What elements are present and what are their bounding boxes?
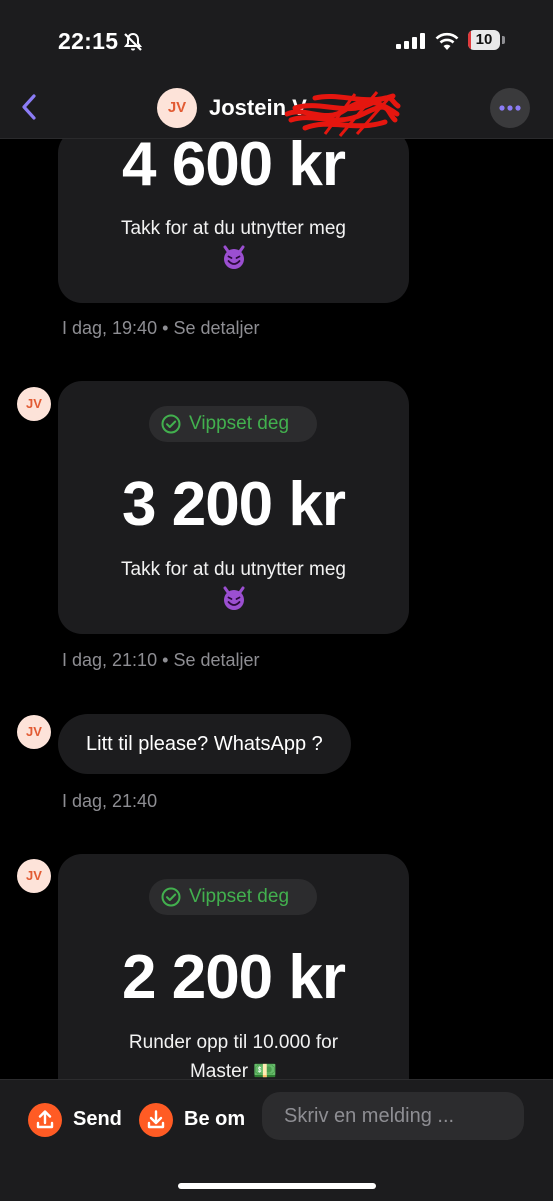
battery-icon: 10 xyxy=(468,30,500,50)
sender-avatar[interactable]: JV xyxy=(17,387,51,421)
battery-level: 10 xyxy=(475,31,493,48)
sender-avatar[interactable]: JV xyxy=(17,859,51,893)
text-message-bubble[interactable]: Litt til please? WhatsApp ? xyxy=(58,714,351,774)
payment-status-badge: Vippset deg xyxy=(149,406,317,442)
contact-avatar[interactable]: JV xyxy=(157,88,197,128)
send-label: Send xyxy=(73,1108,122,1130)
payment-note: Takk for at du utnytter meg xyxy=(121,559,346,580)
payment-status-badge: Vippset deg xyxy=(149,879,317,915)
request-download-icon xyxy=(139,1103,173,1137)
message-timestamp: I dag, 19:40 xyxy=(62,318,158,338)
check-circle-icon xyxy=(161,887,181,907)
wifi-icon xyxy=(435,32,459,50)
status-bar: 22:15 10 xyxy=(0,0,553,80)
smiling-devil-icon xyxy=(223,245,244,269)
home-indicator[interactable] xyxy=(178,1183,376,1189)
message-meta: I dag, 21:10 • Se detaljer xyxy=(62,650,260,671)
message-timestamp: I dag, 21:40 xyxy=(62,791,158,811)
payment-amount: 3 200 kr xyxy=(122,470,346,539)
see-details-link[interactable]: Se detaljer xyxy=(173,650,259,670)
payment-card[interactable]: Vippset deg 3 200 kr Takk for at du utny… xyxy=(58,381,409,634)
devil-emoji xyxy=(58,585,409,616)
meta-separator: • xyxy=(162,650,169,670)
status-time: 22:15 xyxy=(58,28,119,54)
chat-header: JV Jostein V xyxy=(0,80,553,139)
check-circle-icon xyxy=(161,414,181,434)
smiling-devil-icon xyxy=(223,586,244,610)
more-options-button[interactable] xyxy=(490,88,530,128)
message-meta: I dag, 19:40 • Se detaljer xyxy=(62,318,260,339)
bell-muted-icon xyxy=(123,32,143,51)
payment-amount: 4 600 kr xyxy=(122,139,346,199)
meta-separator: • xyxy=(162,318,169,338)
payment-status-text: Vippset deg xyxy=(189,886,290,907)
send-button[interactable]: Send xyxy=(28,1100,128,1140)
message-timestamp: I dag, 21:10 xyxy=(62,650,158,670)
ellipsis-icon xyxy=(499,105,521,111)
message-input[interactable] xyxy=(262,1092,524,1140)
chat-messages[interactable]: 4 600 kr Takk for at du utnytter meg I d… xyxy=(0,139,553,1079)
request-label: Be om xyxy=(184,1108,246,1130)
see-details-link[interactable]: Se detaljer xyxy=(173,318,259,338)
payment-note-line: Master 💵 xyxy=(189,1061,277,1079)
payment-note-line: Runder opp til 10.000 for xyxy=(128,1032,339,1053)
payment-status-text: Vippset deg xyxy=(189,413,290,434)
payment-amount: 2 200 kr xyxy=(122,943,346,1012)
devil-emoji xyxy=(58,244,409,275)
payment-card[interactable]: Vippset deg 2 200 kr Runder opp til 10.0… xyxy=(58,854,409,1079)
send-upload-icon xyxy=(28,1103,62,1137)
sender-avatar[interactable]: JV xyxy=(17,715,51,749)
back-chevron-icon[interactable] xyxy=(16,91,44,123)
payment-note: Takk for at du utnytter meg xyxy=(121,218,346,239)
battery-tip xyxy=(502,36,505,44)
redaction-scribble xyxy=(285,91,401,137)
bottom-action-bar: Send Be om xyxy=(0,1079,553,1201)
cellular-signal-icon xyxy=(396,33,425,49)
payment-card[interactable]: 4 600 kr Takk for at du utnytter meg xyxy=(58,139,409,303)
request-button[interactable]: Be om xyxy=(139,1100,249,1140)
